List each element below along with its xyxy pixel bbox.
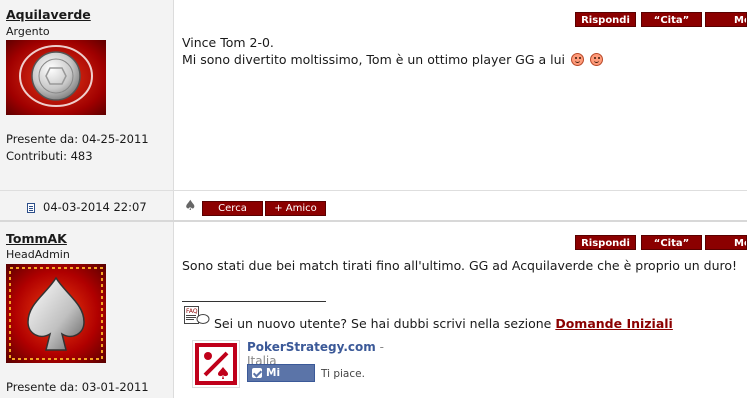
more-button[interactable]: Mo [705, 12, 747, 27]
like-button-label: Mi piace [266, 367, 298, 396]
search-button[interactable]: Cerca [202, 201, 263, 216]
quote-button[interactable]: “Cita” [641, 12, 702, 27]
post-1: Aquilaverde Argento Presente da: 04-25-2… [0, 0, 747, 190]
user-rank: HeadAdmin [6, 248, 70, 261]
user-rank: Argento [6, 25, 50, 38]
pokerstrategy-logo[interactable] [192, 340, 240, 388]
username-link[interactable]: Aquilaverde [6, 7, 91, 22]
signature-text: Sei un nuovo utente? Se hai dubbi scrivi… [214, 316, 673, 331]
post-content: Rispondi “Cita” Mo Vince Tom 2-0. Mi son… [174, 0, 747, 190]
more-button[interactable]: Mo [705, 235, 747, 250]
facebook-like-box: PokerStrategy.com - Italia Mi piace Ti p… [192, 340, 392, 396]
facebook-like-button[interactable]: Mi piace [247, 364, 315, 396]
post-line: Mi sono divertito moltissimo, Tom è un o… [182, 51, 604, 68]
pokerstrategy-logo-graphic [195, 343, 237, 385]
post-2: TommAK HeadAdmin Presente da: 03-01-2011… [0, 222, 747, 398]
smiley-icon [590, 53, 604, 66]
post-footer: 04-03-2014 22:07 ♠ Cerca + Amico [0, 190, 747, 221]
join-date: Presente da: 04-25-2011 [6, 132, 149, 146]
spade-avatar [6, 264, 106, 363]
smiley-icon [571, 53, 585, 66]
quote-button[interactable]: “Cita” [641, 235, 702, 250]
faq-icon-label: FAQ [186, 308, 198, 315]
signature-divider [182, 301, 326, 302]
reply-button[interactable]: Rispondi [575, 235, 636, 250]
post-content: Rispondi “Cita” Mo Sono stati due bei ma… [174, 222, 747, 398]
spade-icon: ♠ [184, 198, 197, 214]
faq-section-link[interactable]: Domande Iniziali [555, 316, 673, 331]
avatar[interactable] [6, 264, 106, 363]
contribution-count: Contributi: 483 [6, 149, 93, 163]
like-status: Ti piace. [321, 368, 365, 380]
medal-silver-avatar [6, 40, 106, 115]
avatar[interactable] [6, 40, 106, 115]
join-date: Presente da: 03-01-2011 [6, 380, 149, 394]
post-line: Vince Tom 2-0. [182, 35, 274, 50]
author-panel: TommAK HeadAdmin Presente da: 03-01-2011 [0, 222, 174, 398]
author-panel: Aquilaverde Argento Presente da: 04-25-2… [0, 0, 174, 190]
add-friend-button[interactable]: + Amico [265, 201, 326, 216]
facebook-page-title[interactable]: PokerStrategy.com [247, 340, 376, 354]
reply-button[interactable]: Rispondi [575, 12, 636, 27]
post-date: 04-03-2014 22:07 [43, 200, 147, 214]
post-line: Sono stati due bei match tirati fino all… [182, 258, 738, 273]
signature-message: Sei un nuovo utente? Se hai dubbi scrivi… [214, 316, 556, 331]
username-link[interactable]: TommAK [6, 231, 67, 246]
post-line-text: Mi sono divertito moltissimo, Tom è un o… [182, 52, 566, 67]
like-check-icon [252, 368, 262, 378]
faq-icon: FAQ [184, 306, 210, 324]
document-icon [27, 203, 35, 213]
post-date-cell: 04-03-2014 22:07 [0, 191, 174, 221]
